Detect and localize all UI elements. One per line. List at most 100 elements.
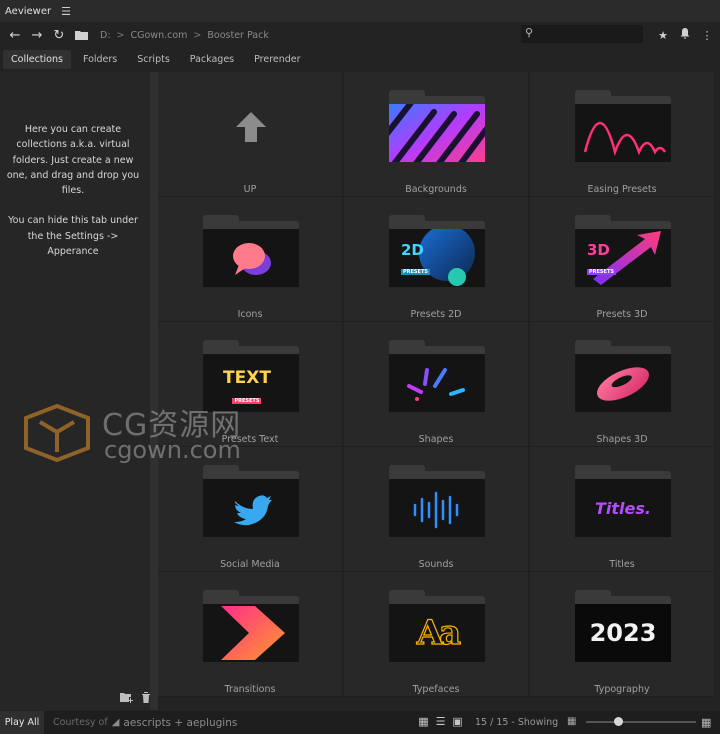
search-input[interactable]: ⚲ [521,25,643,43]
grid-item-typography[interactable]: 2023 Typography [530,572,715,697]
breadcrumb: D: > CGown.com > Booster Pack [100,30,269,41]
grid-item-presets-text[interactable]: TEXT PRESETS Presets Text [158,322,343,447]
tab-packages[interactable]: Packages [182,50,242,69]
folder-thumbnail: Titles. [575,465,671,537]
grid-item-social-media[interactable]: Social Media [158,447,343,572]
grid-item-presets-2d[interactable]: 2D PRESETS Presets 2D [344,197,529,322]
new-collection-icon[interactable] [120,692,133,706]
grid-item-shapes-3d[interactable]: Shapes 3D [530,322,715,447]
preset-badge: 3D PRESETS [587,243,616,277]
grid-item-label: Shapes 3D [596,434,648,445]
large-view-icon[interactable]: ▣ [449,715,466,728]
aescripts-logo-icon: ◢ [111,717,120,728]
grid-item-easing-presets[interactable]: Easing Presets [530,72,715,197]
preset-badge-subtitle: PRESETS [587,269,616,275]
grid-item-label: Titles [609,559,635,570]
grid-item-titles[interactable]: Titles. Titles [530,447,715,572]
zoom-slider-handle[interactable] [614,717,623,726]
tab-bar: Collections Folders Scripts Packages Pre… [0,48,720,70]
small-grid-icon[interactable]: ▦ [567,716,576,727]
preset-badge: 2D PRESETS [401,243,430,277]
preset-badge-subtitle: PRESETS [232,398,262,404]
title-bar: Aeviewer ☰ [0,0,720,22]
folder-thumbnail: 2D PRESETS [389,215,485,287]
item-count-status: 15 / 15 - Showing [475,717,559,728]
grid-item-label: Presets 3D [596,309,648,320]
grid-item-transitions[interactable]: Transitions [158,572,343,697]
folder-thumbnail: TEXT PRESETS [203,340,299,412]
breadcrumb-cgown[interactable]: CGown.com [131,30,188,41]
grid-item-label: Shapes [418,434,454,445]
grid-item-typefaces[interactable]: Aa Typefaces [344,572,529,697]
titles-thumbnail-text: Titles. [595,498,651,518]
back-arrow-icon[interactable]: ← [4,24,26,46]
grid-item-label: UP [243,184,257,195]
folder-thumbnail [389,90,485,162]
folder-thumbnail [389,465,485,537]
preset-badge-title: 2D [401,241,424,259]
chevron-icon [221,606,285,660]
tab-folders[interactable]: Folders [75,50,125,69]
folder-thumbnail [575,340,671,412]
folder-thumbnail [203,215,299,287]
status-bar: Play All Courtesy of ◢ aescripts + aeplu… [0,711,720,734]
preset-badge: TEXT PRESETS [223,370,271,406]
brand-link[interactable]: aescripts + aeplugins [123,717,237,729]
typeface-thumbnail-text: Aa [416,612,462,653]
hamburger-menu-icon[interactable]: ☰ [61,5,71,18]
play-all-button[interactable]: Play All [0,711,44,734]
collections-sidebar: Here you can create collections a.k.a. v… [0,72,150,710]
folder-thumbnail [575,90,671,162]
folder-thumbnail: 3D PRESETS [575,215,671,287]
grid-item-shapes[interactable]: Shapes [344,322,529,447]
grid-item-label: Presets 2D [410,309,462,320]
grid-item-label: Sounds [418,559,454,570]
preset-badge-title: 3D [587,241,610,259]
help-paragraph: Here you can create collections a.k.a. v… [6,124,140,197]
sidebar-footer [0,690,158,710]
torus-icon [597,367,649,401]
folder-grid: UP Backgrounds Easing Presets Icons 2D P… [158,72,716,702]
bell-icon[interactable] [674,28,696,42]
breadcrumb-drive[interactable]: D: [100,30,111,41]
collections-help-text: Here you can create collections a.k.a. v… [6,122,140,274]
breadcrumb-separator-icon: > [116,29,125,41]
grid-item-icons[interactable]: Icons [158,197,343,322]
folder-thumbnail: Aa [389,590,485,662]
grid-item-backgrounds[interactable]: Backgrounds [344,72,529,197]
large-grid-icon[interactable]: ▦ [701,716,711,729]
list-view-icon[interactable]: ☰ [432,715,449,728]
tab-prerender[interactable]: Prerender [246,50,308,69]
refresh-icon[interactable]: ↻ [48,24,70,46]
grid-item-up[interactable]: UP [158,72,343,197]
courtesy-label: Courtesy of [53,717,108,728]
grid-item-presets-3d[interactable]: 3D PRESETS Presets 3D [530,197,715,322]
burst-lines-icon [407,368,465,401]
tab-collections[interactable]: Collections [3,49,71,69]
preset-badge-title: TEXT [223,368,271,388]
grid-view-icon[interactable]: ▦ [415,715,432,728]
view-mode-group: ▦ ☰ ▣ [415,715,466,728]
nav-actions: ★ ⋮ [652,22,718,48]
navigation-bar: ← → ↻ D: > CGown.com > Booster Pack ⚲ ★ … [0,22,720,48]
zoom-slider[interactable] [586,717,696,726]
grid-item-label: Easing Presets [587,184,657,195]
grid-item-label: Transitions [224,684,276,695]
breadcrumb-booster-pack[interactable]: Booster Pack [207,30,268,41]
up-arrow-icon [236,112,266,142]
tab-scripts[interactable]: Scripts [129,50,178,69]
preset-badge-subtitle: PRESETS [401,269,430,275]
star-icon[interactable]: ★ [652,29,674,42]
forward-arrow-icon[interactable]: → [26,24,48,46]
bird-icon [234,495,272,526]
folder-icon[interactable] [70,24,92,46]
search-icon: ⚲ [525,26,534,39]
sidebar-scrollbar[interactable] [150,72,158,710]
typography-thumbnail-text: 2023 [589,619,657,647]
folder-thumbnail [389,340,485,412]
grid-item-label: Backgrounds [405,184,467,195]
grid-item-sounds[interactable]: Sounds [344,447,529,572]
breadcrumb-separator-icon: > [193,29,202,41]
more-vertical-icon[interactable]: ⋮ [696,29,718,42]
waveform-icon [413,491,459,529]
